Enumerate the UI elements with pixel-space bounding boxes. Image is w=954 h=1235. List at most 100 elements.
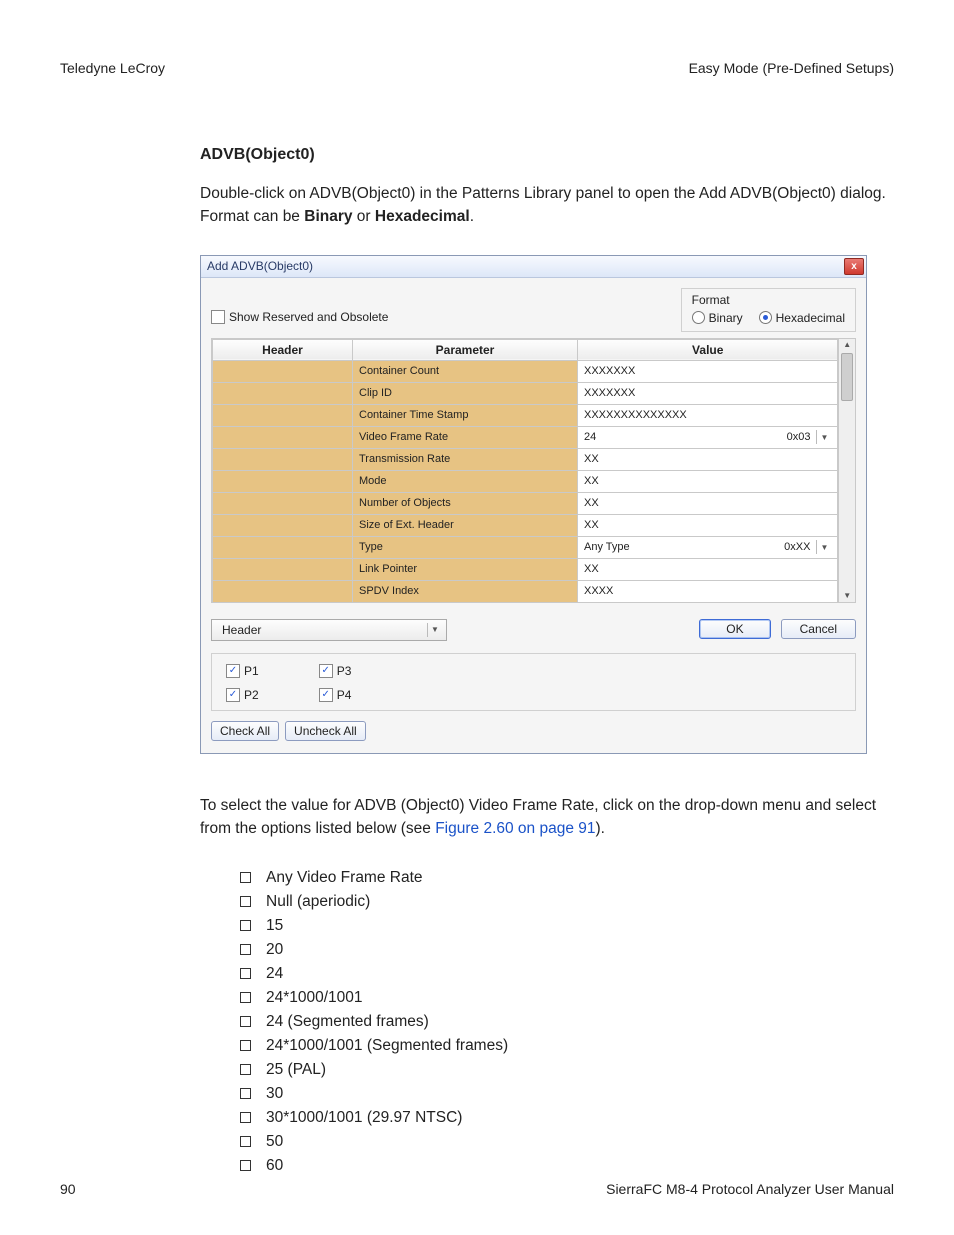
port-p3-label: P3 <box>337 664 352 678</box>
header-cell <box>213 536 353 558</box>
body1-end: . <box>470 208 474 225</box>
value-cell[interactable]: XX <box>578 448 838 470</box>
value-cell[interactable]: Any Type0xXX▼ <box>578 536 838 558</box>
list-item: 24 <box>240 962 894 986</box>
value-text: XX <box>584 519 599 531</box>
checkbox-checked-icon: ✓ <box>319 664 333 678</box>
list-item: Null (aperiodic) <box>240 890 894 914</box>
header-select-value: Header <box>222 623 261 637</box>
chevron-down-icon: ▼ <box>427 623 442 637</box>
header-cell <box>213 360 353 382</box>
table-row: TypeAny Type0xXX▼ <box>213 536 838 558</box>
parameter-cell: Clip ID <box>353 382 578 404</box>
port-p1-label: P1 <box>244 664 259 678</box>
checkbox-checked-icon: ✓ <box>319 688 333 702</box>
body2-b: ). <box>596 820 605 837</box>
port-p2-checkbox[interactable]: ✓ P2 <box>226 688 259 702</box>
port-p4-checkbox[interactable]: ✓ P4 <box>319 688 352 702</box>
show-reserved-label: Show Reserved and Obsolete <box>229 310 388 324</box>
parameter-cell: Type <box>353 536 578 558</box>
table-row: Clip IDXXXXXXX <box>213 382 838 404</box>
parameter-cell: Link Pointer <box>353 558 578 580</box>
col-value: Value <box>578 339 838 360</box>
value-cell[interactable]: XX <box>578 492 838 514</box>
page-number: 90 <box>60 1181 76 1197</box>
value-text: XXXX <box>584 585 613 597</box>
col-header: Header <box>213 339 353 360</box>
show-reserved-checkbox[interactable]: Show Reserved and Obsolete <box>211 288 388 324</box>
port-checkboxes: ✓ P1 ✓ P2 ✓ P3 ✓ P4 <box>211 653 856 711</box>
parameter-cell: Mode <box>353 470 578 492</box>
value-cell[interactable]: 240x03▼ <box>578 426 838 448</box>
scroll-up-icon: ▲ <box>843 339 851 351</box>
format-hex-radio[interactable]: Hexadecimal <box>759 311 845 325</box>
uncheck-all-button[interactable]: Uncheck All <box>285 721 366 741</box>
port-p4-label: P4 <box>337 688 352 702</box>
close-icon: x <box>851 261 857 272</box>
checkbox-icon <box>211 310 225 324</box>
parameter-cell: Number of Objects <box>353 492 578 514</box>
port-p3-checkbox[interactable]: ✓ P3 <box>319 664 352 678</box>
figure-link[interactable]: Figure 2.60 on page 91 <box>435 820 595 837</box>
body1-a: Double-click on ADVB(Object0) in the Pat… <box>200 185 886 225</box>
doc-header-right: Easy Mode (Pre-Defined Setups) <box>689 60 894 76</box>
format-binary-radio[interactable]: Binary <box>692 311 743 325</box>
section-heading: ADVB(Object0) <box>200 146 894 164</box>
chevron-down-icon[interactable]: ▼ <box>816 540 831 554</box>
value-text: XX <box>584 563 599 575</box>
header-cell <box>213 514 353 536</box>
header-select[interactable]: Header ▼ <box>211 619 447 641</box>
scroll-thumb[interactable] <box>841 353 853 401</box>
value-cell[interactable]: XXXXXXXXXXXXXX <box>578 404 838 426</box>
table-row: Container Time StampXXXXXXXXXXXXXX <box>213 404 838 426</box>
body-paragraph-2: To select the value for ADVB (Object0) V… <box>200 794 894 841</box>
value-cell[interactable]: XXXX <box>578 580 838 602</box>
parameter-cell: Container Count <box>353 360 578 382</box>
header-cell <box>213 404 353 426</box>
value-cell[interactable]: XX <box>578 514 838 536</box>
check-all-button[interactable]: Check All <box>211 721 279 741</box>
header-cell <box>213 426 353 448</box>
parameter-cell: Video Frame Rate <box>353 426 578 448</box>
table-row: Size of Ext. Header XX <box>213 514 838 536</box>
cancel-button[interactable]: Cancel <box>781 619 856 639</box>
header-cell <box>213 492 353 514</box>
parameter-cell: Size of Ext. Header <box>353 514 578 536</box>
dialog-title: Add ADVB(Object0) <box>207 259 313 273</box>
header-cell <box>213 580 353 602</box>
header-cell <box>213 382 353 404</box>
list-item: 15 <box>240 914 894 938</box>
value-hex: 0x03 <box>787 431 811 443</box>
header-cell <box>213 558 353 580</box>
close-button[interactable]: x <box>844 258 864 275</box>
radio-icon <box>759 311 772 324</box>
list-item: 30 <box>240 1082 894 1106</box>
value-text: XX <box>584 475 599 487</box>
parameter-cell: Transmission Rate <box>353 448 578 470</box>
value-cell[interactable]: XXXXXXX <box>578 382 838 404</box>
list-item: 30*1000/1001 (29.97 NTSC) <box>240 1106 894 1130</box>
list-item: Any Video Frame Rate <box>240 866 894 890</box>
table-row: Container CountXXXXXXX <box>213 360 838 382</box>
list-item: 25 (PAL) <box>240 1058 894 1082</box>
ok-button[interactable]: OK <box>699 619 770 639</box>
table-row: Transmission Rate XX <box>213 448 838 470</box>
value-cell[interactable]: XX <box>578 558 838 580</box>
value-text: XXXXXXXXXXXXXX <box>584 409 687 421</box>
value-cell[interactable]: XX <box>578 470 838 492</box>
value-text: XX <box>584 453 599 465</box>
table-row: SPDV IndexXXXX <box>213 580 838 602</box>
frame-rate-options-list: Any Video Frame RateNull (aperiodic)1520… <box>240 866 894 1178</box>
list-item: 24 (Segmented frames) <box>240 1010 894 1034</box>
body1-bold2: Hexadecimal <box>375 208 470 225</box>
advb-dialog: Add ADVB(Object0) x Show Reserved and Ob… <box>200 255 867 754</box>
parameter-table: Header Parameter Value Container CountXX… <box>212 339 838 603</box>
port-p1-checkbox[interactable]: ✓ P1 <box>226 664 259 678</box>
value-cell[interactable]: XXXXXXX <box>578 360 838 382</box>
format-legend: Format <box>692 293 845 307</box>
format-hex-label: Hexadecimal <box>776 311 845 325</box>
chevron-down-icon[interactable]: ▼ <box>816 430 831 444</box>
list-item: 50 <box>240 1130 894 1154</box>
vertical-scrollbar[interactable]: ▲ ▼ <box>839 338 856 603</box>
doc-header-left: Teledyne LeCroy <box>60 60 165 76</box>
